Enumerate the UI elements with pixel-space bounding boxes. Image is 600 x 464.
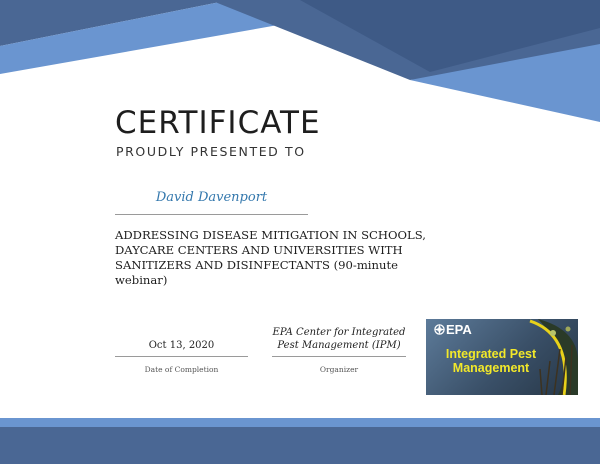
organizer-underline xyxy=(272,356,406,357)
footer-band-dark xyxy=(0,427,600,464)
completion-date: Oct 13, 2020 xyxy=(148,340,215,351)
epa-brand-text: EPA xyxy=(446,322,472,337)
organizer-line-1: EPA Center for Integrated xyxy=(272,327,406,338)
certificate-subtitle: PROUDLY PRESENTED TO xyxy=(116,144,306,159)
recipient-name: David Davenport xyxy=(155,190,268,205)
epa-ipm-logo: EPA Integrated Pest Management xyxy=(426,319,578,395)
date-label: Date of Completion xyxy=(144,365,219,374)
epa-brand: EPA xyxy=(434,323,472,336)
logo-caption: Integrated Pest Management xyxy=(436,347,546,375)
footer-band-light xyxy=(0,418,600,427)
logo-line-1: Integrated Pest xyxy=(445,347,537,361)
organizer-line-2: Pest Management (IPM) xyxy=(277,339,401,351)
epa-flower-icon xyxy=(434,324,445,335)
organizer-label: Organizer xyxy=(319,365,359,374)
recipient-underline xyxy=(115,214,308,215)
certificate-page: CERTIFICATE PROUDLY PRESENTED TO David D… xyxy=(0,0,600,464)
course-title: ADDRESSING DISEASE MITIGATION IN SCHOOLS… xyxy=(115,228,426,287)
certificate-title: CERTIFICATE xyxy=(115,105,321,141)
logo-line-2: Management xyxy=(452,361,530,375)
date-underline xyxy=(115,356,248,357)
organizer-name: EPA Center for Integrated Pest Managemen… xyxy=(272,327,406,352)
